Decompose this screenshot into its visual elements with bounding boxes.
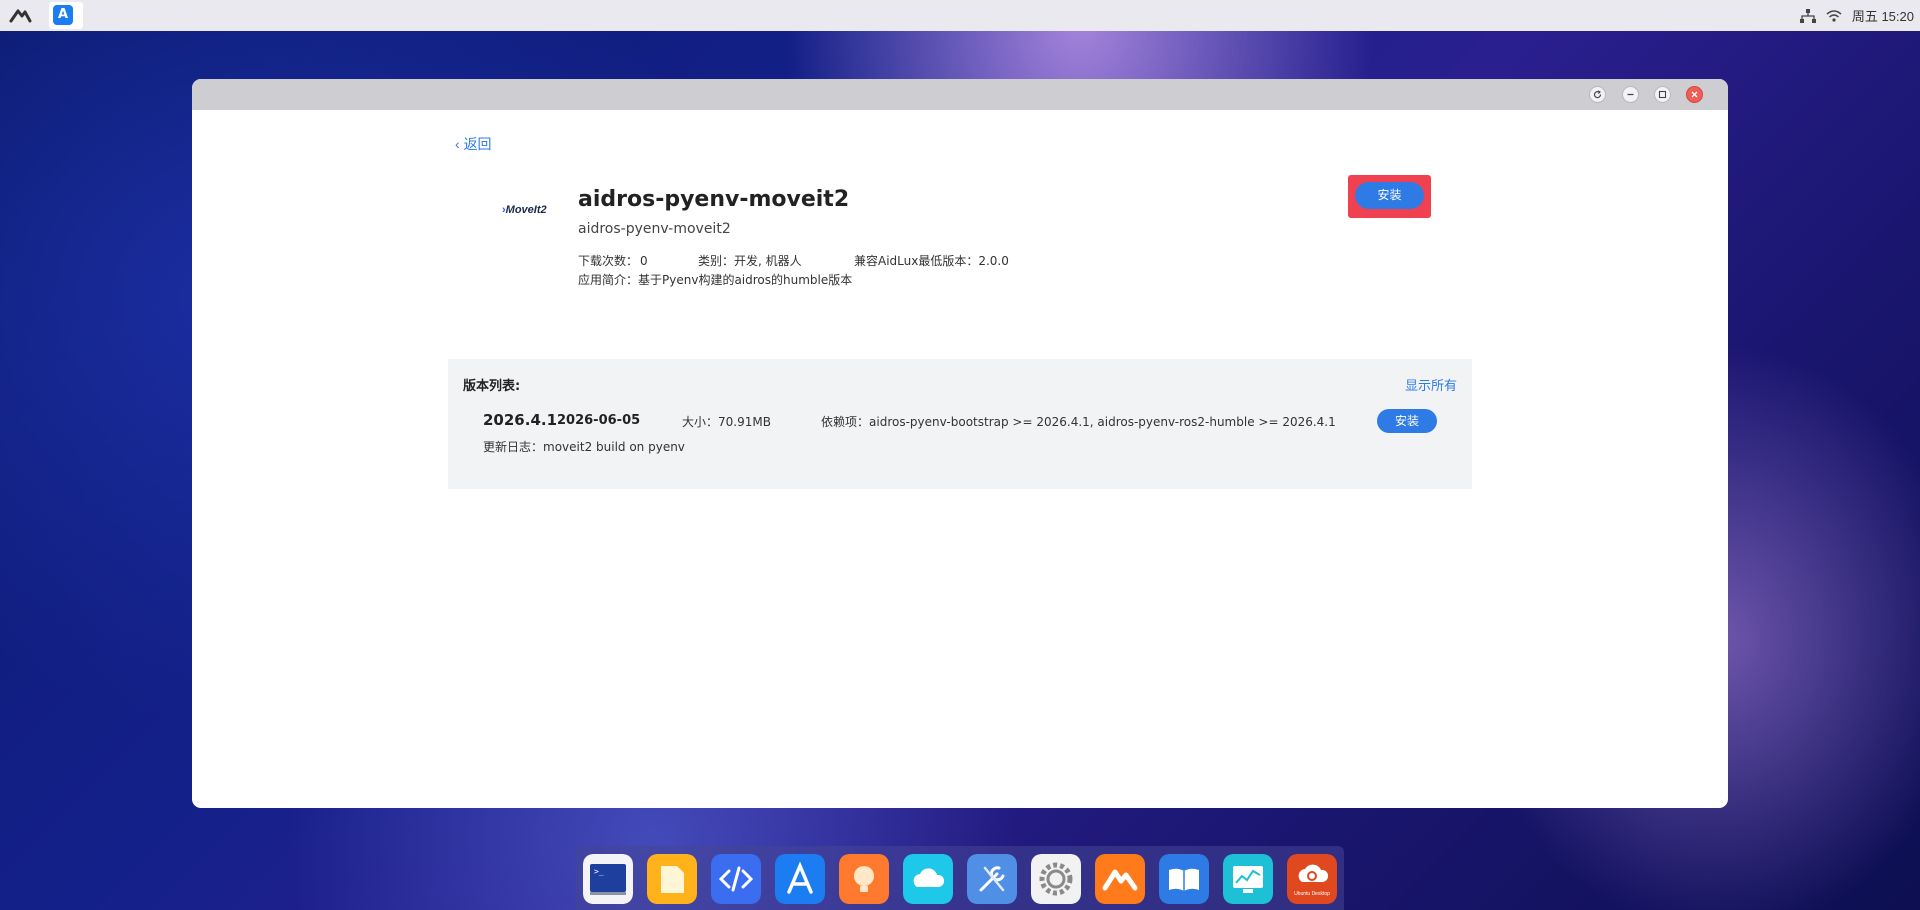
cloud-icon[interactable]	[903, 854, 953, 904]
chevron-left-icon: ‹	[455, 136, 460, 152]
version-changelog: 更新日志：moveit2 build on pyenv	[483, 438, 685, 455]
intro-value: 基于Pyenv构建的aidros的humble版本	[638, 273, 853, 287]
maximize-button[interactable]	[1654, 86, 1671, 103]
version-date: 2026-06-05	[557, 413, 641, 428]
show-all-link[interactable]: 显示所有	[1405, 375, 1457, 394]
version-install-button[interactable]: 安装	[1377, 409, 1437, 433]
back-label: 返回	[463, 136, 492, 152]
docs-icon[interactable]	[1159, 854, 1209, 904]
app-store-icon[interactable]	[775, 854, 825, 904]
app-logo-text: MoveIt2	[505, 204, 547, 216]
minimize-button[interactable]	[1622, 86, 1639, 103]
ubuntu-desktop-label: Ubuntu Desktop	[1294, 891, 1330, 897]
back-link[interactable]: ‹ 返回	[455, 134, 492, 154]
aidlux-icon[interactable]	[1095, 854, 1145, 904]
dock: >_ Ubuntu Desktop	[576, 846, 1344, 910]
close-button[interactable]	[1686, 86, 1703, 103]
app-store-taskbar-icon[interactable]: A	[53, 5, 73, 25]
app-subtitle: aidros-pyenv-moveit2	[578, 221, 731, 237]
downloads-value: 0	[640, 254, 648, 268]
system-monitor-icon[interactable]	[1223, 854, 1273, 904]
app-store-window: ‹ 返回 ›MoveIt2 aidros-pyenv-moveit2 aidro…	[192, 79, 1728, 808]
changelog-label: 更新日志：	[483, 440, 544, 454]
size-label: 大小：	[682, 415, 719, 429]
category-meta: 类别：开发, 机器人	[698, 252, 802, 269]
version-number: 2026.4.1	[483, 411, 558, 429]
changelog-value: moveit2 build on pyenv	[543, 440, 685, 454]
install-button[interactable]: 安装	[1355, 182, 1424, 209]
svg-text:>_: >_	[594, 867, 604, 876]
terminal-icon[interactable]: >_	[583, 854, 633, 904]
window-titlebar[interactable]	[192, 79, 1728, 110]
code-editor-icon[interactable]	[711, 854, 761, 904]
downloads-label: 下载次数：	[578, 254, 639, 268]
network-icon[interactable]	[1799, 8, 1816, 23]
compat-value: 2.0.0	[978, 254, 1009, 268]
ubuntu-desktop-icon[interactable]: Ubuntu Desktop	[1287, 854, 1337, 904]
top-panel: A 周五 15:20	[0, 0, 1920, 31]
version-list-panel: 版本列表: 显示所有 2026.4.1 2026-06-05 大小：70.91M…	[448, 359, 1472, 489]
intro-label: 应用简介：	[578, 273, 639, 287]
clock[interactable]: 周五 15:20	[1852, 6, 1914, 25]
deps-value: aidros-pyenv-bootstrap >= 2026.4.1, aidr…	[869, 415, 1336, 429]
settings-icon[interactable]	[1031, 854, 1081, 904]
aidlux-menu-icon[interactable]	[8, 4, 32, 26]
version-size: 大小：70.91MB	[682, 413, 771, 430]
category-value: 开发, 机器人	[734, 254, 802, 268]
compat-meta: 兼容AidLux最低版本：2.0.0	[854, 252, 1009, 269]
version-dependencies: 依赖项：aidros-pyenv-bootstrap >= 2026.4.1, …	[821, 413, 1336, 430]
tips-icon[interactable]	[839, 854, 889, 904]
compat-label: 兼容AidLux最低版本：	[854, 254, 979, 268]
version-list-label: 版本列表:	[463, 379, 521, 394]
dev-tools-icon[interactable]	[967, 854, 1017, 904]
intro-meta: 应用简介：基于Pyenv构建的aidros的humble版本	[578, 271, 852, 288]
app-logo: ›MoveIt2	[502, 204, 562, 226]
refresh-button[interactable]	[1589, 86, 1606, 103]
system-tray: 周五 15:20	[1799, 0, 1914, 31]
files-icon[interactable]	[647, 854, 697, 904]
category-label: 类别：	[698, 254, 735, 268]
downloads-meta: 下载次数： 0	[578, 252, 648, 269]
app-title: aidros-pyenv-moveit2	[578, 187, 850, 212]
deps-label: 依赖项：	[821, 415, 870, 429]
size-value: 70.91MB	[718, 415, 771, 429]
wifi-icon[interactable]	[1826, 9, 1842, 23]
